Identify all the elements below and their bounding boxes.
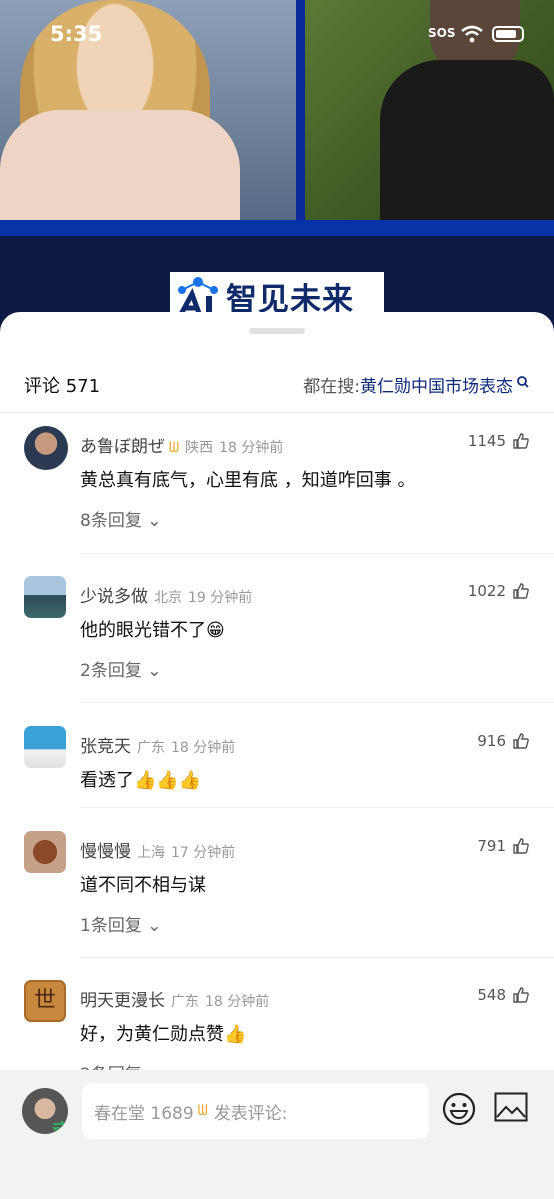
like-count: 916 xyxy=(477,732,506,750)
like-button[interactable]: 548 xyxy=(477,986,530,1004)
emoji-icon[interactable] xyxy=(441,1091,477,1127)
avatar[interactable] xyxy=(24,426,68,470)
comment-text: 道不同不相与谋 xyxy=(80,875,206,896)
view-replies-button[interactable]: 2条回复 ⌄ xyxy=(80,656,161,681)
like-button[interactable]: 1022 xyxy=(468,582,530,600)
status-time: 5:35 xyxy=(50,22,103,46)
comment-text: 黄总真有底气，心里有底 ，知道咋回事 。 xyxy=(80,470,416,491)
comment-time: 19 分钟前 xyxy=(188,590,253,606)
comment-placeholder: 发表评论: xyxy=(213,1103,288,1124)
thumbs-up-icon xyxy=(513,733,529,749)
composer-username: 春在堂 1689 xyxy=(94,1103,194,1124)
comment-text: 他的眼光错不了😁 xyxy=(80,620,225,641)
avatar[interactable] xyxy=(24,831,66,873)
comment-time: 17 分钟前 xyxy=(171,845,236,861)
wifi-icon xyxy=(461,25,483,43)
comment-text: 好，为黄仁勋点赞👍 xyxy=(80,1024,247,1045)
comment-divider xyxy=(80,957,554,958)
search-prefix: 都在搜: xyxy=(303,377,360,397)
comments-count: 评论 571 xyxy=(24,376,101,397)
comments-header: 评论 571 都在搜: 黄仁勋中国市场表态 xyxy=(0,362,554,412)
comments-sheet: 评论 571 都在搜: 黄仁勋中国市场表态 あ鲁ぼ朗ぜ ᗯ 陕西 18 分钟前 114… xyxy=(0,312,554,1199)
comment-username[interactable]: 慢慢慢 xyxy=(80,842,131,862)
comment-username[interactable]: 少说多做 xyxy=(80,587,148,607)
search-icon xyxy=(517,375,529,388)
vip-badge-icon: ᗯ xyxy=(197,1103,208,1119)
like-button[interactable]: 916 xyxy=(477,732,530,750)
comment-time: 18 分钟前 xyxy=(171,740,236,756)
view-replies-button[interactable]: 8条回复 ⌄ xyxy=(80,506,161,531)
trending-search-link[interactable]: 都在搜: 黄仁勋中国市场表态 xyxy=(303,372,530,397)
guest-jacket xyxy=(380,60,554,220)
like-count: 1022 xyxy=(467,582,506,600)
image-icon[interactable] xyxy=(494,1092,528,1122)
switch-account-icon xyxy=(52,1120,66,1132)
comment-time: 18 分钟前 xyxy=(205,994,270,1010)
like-count: 548 xyxy=(477,986,506,1004)
thumbs-up-icon xyxy=(513,433,529,449)
comment-username[interactable]: 明天更漫长 xyxy=(80,991,165,1011)
comment-location: 北京 xyxy=(154,590,182,606)
comment-location: 陕西 xyxy=(185,440,214,456)
like-button[interactable]: 791 xyxy=(477,837,530,855)
avatar[interactable] xyxy=(22,1088,68,1134)
sheet-grabber[interactable] xyxy=(249,328,305,334)
comment-username[interactable]: 张竞天 xyxy=(80,737,131,757)
status-bar: 5:35 SOS xyxy=(0,20,554,50)
comment-input[interactable]: 春在堂 1689 ᗯ 发表评论: xyxy=(82,1083,429,1139)
view-replies-button[interactable]: 1条回复 ⌄ xyxy=(80,911,161,936)
comment-time: 18 分钟前 xyxy=(219,440,284,456)
thumbs-up-icon xyxy=(513,838,529,854)
comment-divider xyxy=(80,702,554,703)
avatar[interactable] xyxy=(24,726,66,768)
comment-divider xyxy=(80,553,554,554)
comment-location: 广东 xyxy=(137,740,165,756)
presenter-dress xyxy=(0,110,240,220)
comment-location: 上海 xyxy=(137,845,165,861)
comment-divider xyxy=(80,807,554,808)
video-player[interactable]: 智见未来 xyxy=(0,0,554,340)
header-divider xyxy=(0,412,554,413)
thumbs-up-icon xyxy=(513,583,529,599)
like-count: 791 xyxy=(477,837,506,855)
comment-composer-bar: 春在堂 1689 ᗯ 发表评论: xyxy=(0,1070,554,1199)
comment-username[interactable]: あ鲁ぼ朗ぜ xyxy=(80,437,165,457)
video-band xyxy=(0,220,554,236)
sos-indicator: SOS xyxy=(428,26,456,40)
comment-location: 广东 xyxy=(171,994,199,1010)
comment-text: 看透了👍👍👍 xyxy=(80,770,202,791)
avatar[interactable]: 世 xyxy=(24,980,66,1022)
search-term: 黄仁勋中国市场表态 xyxy=(360,377,513,397)
avatar[interactable] xyxy=(24,576,66,618)
thumbs-up-icon xyxy=(513,987,529,1003)
vip-badge-icon: ᗯ xyxy=(169,440,180,456)
battery-icon xyxy=(492,26,524,42)
like-button[interactable]: 1145 xyxy=(468,432,530,450)
like-count: 1145 xyxy=(467,432,506,450)
